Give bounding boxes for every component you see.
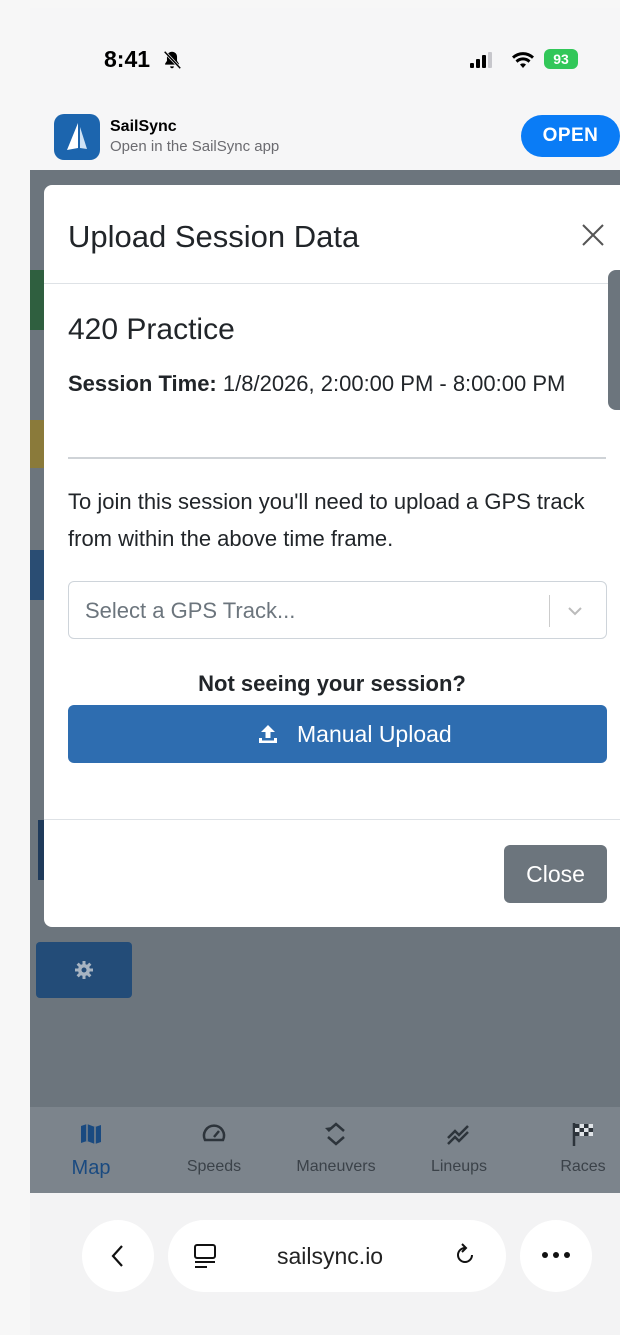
tab-label-map: Map [71,1157,111,1179]
not-seeing-session-heading: Not seeing your session? [198,671,466,696]
sailsync-logo [54,114,100,160]
bg-decoration [30,270,44,330]
sail-icon [67,123,87,150]
reload-icon[interactable] [452,1242,478,1268]
battery-icon: 93 [544,49,578,69]
settings-button[interactable] [36,942,132,998]
map-icon [81,1124,101,1144]
bg-decoration [30,420,44,468]
gear-icon [75,961,93,979]
modal-title: Upload Session Data [68,219,360,254]
tab-races[interactable]: Races [533,1107,620,1193]
manual-upload-label: Manual Upload [297,721,452,747]
upload-icon [259,725,277,743]
more-button[interactable] [520,1220,592,1292]
checkered-flag-icon [572,1123,593,1146]
status-time: 8:41 [104,46,151,72]
close-icon[interactable] [579,221,607,249]
session-name: 420 Practice [68,313,235,346]
tab-label-lineups: Lineups [430,1158,488,1175]
lineups-icon [447,1125,469,1145]
tab-lineups[interactable]: Lineups [409,1107,509,1193]
back-button[interactable] [82,1220,154,1292]
instructions-text: To join this session you'll need to uplo… [68,489,585,551]
tab-label-speeds: Speeds [186,1158,242,1175]
app-name: SailSync [110,118,177,135]
bell-slash-icon [163,50,182,70]
speedometer-icon [202,1124,226,1142]
select-placeholder: Select a GPS Track... [85,598,296,623]
side-panel-handle[interactable] [608,270,620,410]
modal-header-divider [44,283,620,284]
manual-upload-button[interactable]: Manual Upload [68,705,607,763]
tab-map[interactable]: Map [41,1107,141,1193]
gps-track-select[interactable]: Select a GPS Track... [68,581,607,639]
phone-screen: 8:41 93 SailSync Open in the SailSync ap… [30,8,620,1335]
bg-decoration [30,550,44,600]
select-separator [549,595,550,627]
wifi-icon [512,52,534,68]
close-button[interactable]: Close [504,845,607,903]
tabs-icon[interactable] [192,1242,218,1270]
session-time: Session Time: 1/8/2026, 2:00:00 PM - 8:0… [68,365,608,403]
upload-session-modal: Upload Session Data 420 Practice Session… [44,185,620,927]
app-subtitle: Open in the SailSync app [110,138,280,155]
tab-maneuvers[interactable]: Maneuvers [286,1107,386,1193]
session-time-label: Session Time: [68,371,217,396]
tab-label-races: Races [560,1158,606,1175]
signal-icon [470,52,492,68]
tab-label-maneuvers: Maneuvers [296,1158,376,1175]
status-bar: 8:41 93 [30,8,620,108]
address-bar[interactable]: sailsync.io [168,1220,506,1292]
chevron-left-icon [111,1245,123,1267]
tab-speeds[interactable]: Speeds [164,1107,264,1193]
section-divider [68,457,606,459]
more-icon [542,1252,570,1258]
bottom-tab-bar: Map Speeds Maneuvers Lineups Races [30,1107,620,1193]
battery-level: 93 [553,51,569,67]
maneuvers-icon [325,1122,345,1146]
url-text: sailsync.io [277,1243,384,1269]
session-time-value: 1/8/2026, 2:00:00 PM - 8:00:00 PM [222,371,566,396]
open-app-button[interactable]: OPEN [521,115,620,157]
modal-footer-divider [44,819,620,820]
browser-toolbar: sailsync.io [30,1193,620,1335]
smart-app-banner: SailSync Open in the SailSync app OPEN [30,108,620,170]
chevron-down-icon[interactable] [565,601,585,621]
